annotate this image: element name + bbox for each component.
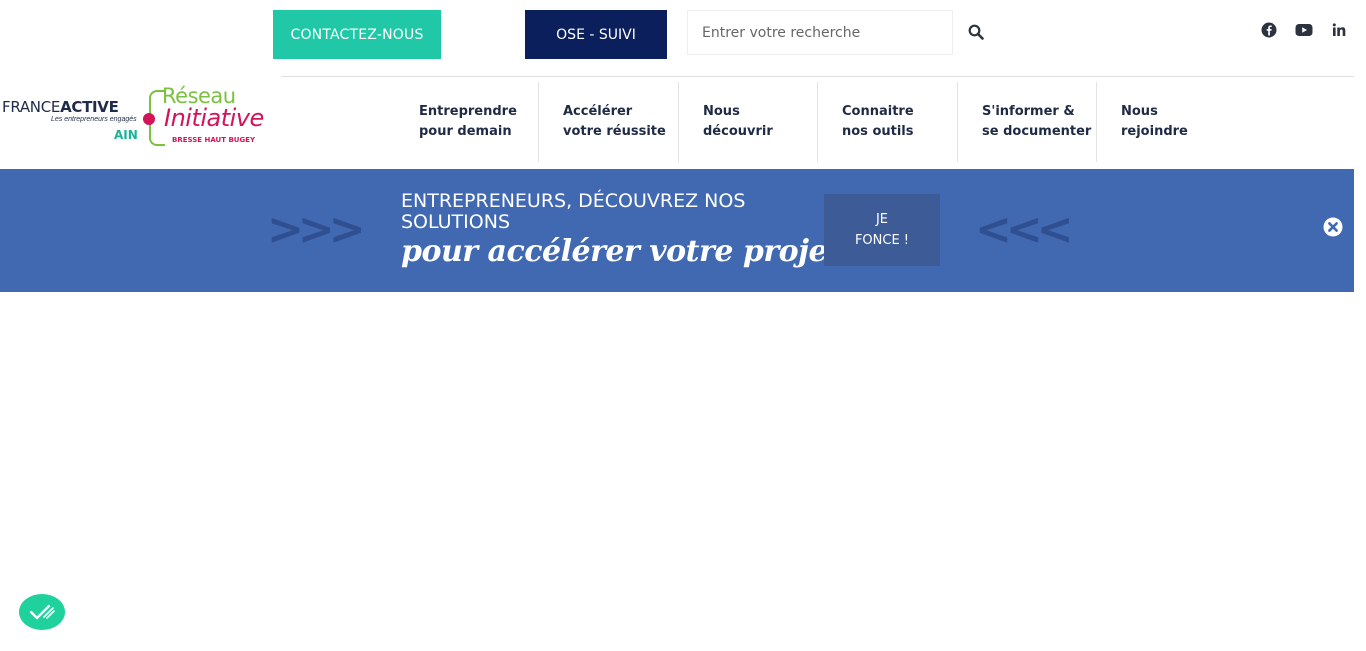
nav-item-documenter[interactable]: S'informer & se documenter [958, 82, 1097, 162]
nav-label: découvrir [703, 124, 773, 139]
search-icon [968, 24, 984, 40]
search-button[interactable] [962, 18, 990, 46]
linkedin-icon [1332, 23, 1346, 36]
youtube-icon [1295, 24, 1313, 36]
banner-subheadline: pour accélérer votre projet ! [401, 234, 864, 269]
nav-label: Nous [703, 104, 740, 119]
nav-label: Nous [1121, 104, 1158, 119]
main-nav: Entreprendre pour demain Accélérer votre… [395, 82, 1227, 162]
nav-item-entreprendre[interactable]: Entreprendre pour demain [395, 82, 539, 162]
ose-suivi-button[interactable]: OSE - SUIVI [525, 10, 667, 59]
logo-subtitle: BRESSE HAUT BUGEY [172, 136, 256, 144]
nav-label: se documenter [982, 124, 1092, 139]
nav-label: votre réussite [563, 124, 666, 139]
contact-button[interactable]: CONTACTEZ-NOUS [273, 10, 441, 59]
cookie-consent-button[interactable] [19, 594, 65, 630]
nav-label: nos outils [842, 124, 914, 139]
close-icon [1323, 217, 1343, 237]
promo-banner: >>> ENTREPRENEURS, DÉCOUVREZ NOS SOLUTIO… [0, 169, 1354, 292]
site-logo[interactable]: FRANCEACTIVE Les entrepreneurs engagés A… [2, 84, 270, 150]
reseau-initiative-dot [143, 113, 155, 125]
banner-arrows-right: <<< [975, 204, 1074, 255]
nav-item-outils[interactable]: Connaitre nos outils [818, 82, 958, 162]
nav-item-rejoindre[interactable]: Nous rejoindre [1097, 82, 1227, 162]
nav-item-decouvrir[interactable]: Nous découvrir [679, 82, 818, 162]
youtube-link[interactable] [1294, 20, 1314, 40]
nav-label: S'informer & [982, 104, 1075, 119]
je-fonce-button[interactable]: JE FONCE ! [824, 194, 940, 266]
consent-check-icon [29, 604, 55, 620]
linkedin-link[interactable] [1329, 20, 1349, 40]
nav-label: rejoindre [1121, 124, 1188, 139]
initiative-logo-text: Initiative [164, 104, 264, 132]
nav-label: Entreprendre [419, 104, 517, 119]
nav-item-accelerer[interactable]: Accélérer votre réussite [539, 82, 679, 162]
banner-headline: ENTREPRENEURS, DÉCOUVREZ NOS SOLUTIONS [401, 190, 746, 233]
nav-label: Accélérer [563, 104, 633, 119]
facebook-link[interactable] [1259, 20, 1279, 40]
nav-label: pour demain [419, 124, 512, 139]
header-divider [281, 76, 1354, 77]
logo-region: AIN [114, 128, 138, 142]
banner-close-button[interactable] [1323, 217, 1343, 237]
nav-label: Connaitre [842, 104, 914, 119]
search-input[interactable] [687, 10, 953, 55]
banner-arrows-left: >>> [267, 204, 366, 255]
france-active-logo-text: FRANCEACTIVE [2, 98, 119, 116]
facebook-icon [1261, 22, 1277, 38]
france-active-tagline: Les entrepreneurs engagés [51, 116, 137, 123]
